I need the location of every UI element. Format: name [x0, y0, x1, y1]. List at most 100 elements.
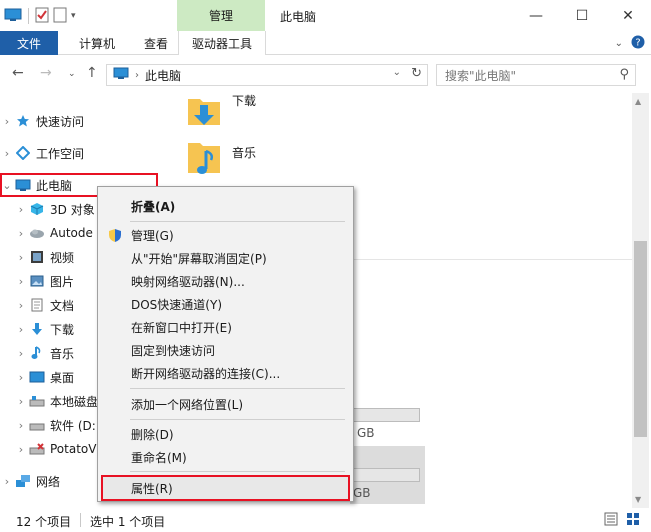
minimize-button[interactable]: —	[513, 0, 559, 31]
cube-icon	[28, 201, 46, 217]
breadcrumb-this-pc[interactable]: 此电脑	[145, 67, 181, 84]
search-input[interactable]: 搜索"此电脑" ⚲	[436, 64, 636, 86]
star-icon	[14, 113, 32, 129]
nav-item-label: 音乐	[50, 346, 75, 361]
chevron-right-icon[interactable]: ›	[0, 115, 14, 128]
nav-item-label: 3D 对象	[50, 202, 95, 217]
contextual-tab-manage[interactable]: 管理	[177, 0, 265, 31]
menu-item-add-network-location[interactable]: 添加一个网络位置(L)	[98, 393, 353, 415]
details-view-icon[interactable]	[604, 512, 618, 529]
svg-text:?: ?	[635, 38, 640, 49]
menu-item-label: 管理(G)	[131, 228, 174, 243]
large-icons-view-icon[interactable]	[626, 512, 640, 529]
menu-item-rename[interactable]: 重命名(M)	[98, 446, 353, 468]
chevron-right-icon[interactable]: ›	[14, 275, 28, 288]
pc-icon	[14, 177, 32, 193]
download-folder-icon	[186, 93, 222, 132]
item-count: 12 个项目	[16, 515, 72, 529]
download-icon	[28, 321, 46, 337]
nav-item-label: 快速访问	[36, 114, 85, 129]
menu-item-unpin-start[interactable]: 从"开始"屏幕取消固定(P)	[98, 247, 353, 269]
up-arrow-icon[interactable]: ↑	[86, 65, 98, 81]
network-icon	[14, 473, 32, 489]
nav-item-label: 桌面	[50, 370, 75, 385]
nav-item-label: 软件 (D:	[50, 418, 96, 433]
title-bar: ▾ 管理 此电脑 — ☐ ✕	[0, 0, 651, 31]
toolbar-divider	[28, 8, 29, 24]
menu-item-delete[interactable]: 删除(D)	[98, 423, 353, 445]
chevron-right-icon[interactable]: ›	[14, 371, 28, 384]
close-icon: ✕	[622, 7, 634, 24]
nav-item-label: 此电脑	[36, 178, 73, 193]
vertical-scrollbar[interactable]: ▲ ▼	[632, 93, 649, 508]
selected-count: 选中 1 个项目	[90, 515, 166, 529]
navigation-bar: ← → ⌄ ↑ › 此电脑 ⌄ ↻ 搜索"此电脑" ⚲	[0, 55, 651, 93]
nav-item-label: 图片	[50, 274, 75, 289]
tab-view[interactable]: 查看	[134, 31, 178, 55]
pc-icon	[113, 67, 129, 83]
properties-icon[interactable]	[35, 7, 49, 26]
menu-item-collapse[interactable]: 折叠(A)	[98, 195, 353, 217]
drive-size-text: GB	[357, 426, 375, 440]
nav-item-workspace[interactable]: › 工作空间	[0, 141, 158, 165]
chevron-right-icon[interactable]: ›	[0, 475, 14, 488]
chevron-right-icon[interactable]: ›	[14, 443, 28, 456]
expand-ribbon-icon[interactable]: ⌄	[615, 38, 623, 49]
chevron-down-icon[interactable]: ⌄	[0, 179, 14, 192]
qat-dropdown-icon[interactable]: ▾	[71, 11, 76, 21]
menu-item-dos-shortcut[interactable]: DOS快速通道(Y)	[98, 293, 353, 315]
scrollbar-thumb[interactable]	[634, 241, 647, 437]
menu-item-manage[interactable]: 管理(G)	[98, 224, 353, 246]
chevron-right-icon[interactable]: ›	[14, 419, 28, 432]
minimize-icon: —	[529, 7, 543, 24]
recent-locations-icon[interactable]: ⌄	[68, 69, 76, 79]
document-icon	[28, 297, 46, 313]
menu-item-disconnect-network-drive[interactable]: 断开网络驱动器的连接(C)...	[98, 362, 353, 384]
folder-item-downloads[interactable]: 下载	[186, 93, 256, 132]
menu-item-map-network-drive[interactable]: 映射网络驱动器(N)...	[98, 270, 353, 292]
music-folder-icon	[186, 139, 222, 182]
chevron-right-icon[interactable]: ›	[14, 347, 28, 360]
chevron-right-icon[interactable]: ›	[14, 299, 28, 312]
forward-arrow-icon[interactable]: →	[40, 65, 52, 81]
disk-icon	[28, 393, 46, 409]
drive-usage-bar	[350, 468, 420, 482]
scroll-up-icon[interactable]: ▲	[635, 97, 641, 106]
workspace-icon	[14, 145, 32, 161]
chevron-right-icon[interactable]: ›	[14, 227, 28, 240]
folder-label: 下载	[232, 94, 257, 108]
folder-label: 音乐	[232, 146, 257, 160]
ribbon-tabs: 文件 计算机 查看 驱动器工具 ⌄ ?	[0, 31, 651, 55]
video-icon	[28, 249, 46, 265]
disk-icon	[28, 417, 46, 433]
tab-computer[interactable]: 计算机	[62, 31, 132, 55]
menu-item-open-new-window[interactable]: 在新窗口中打开(E)	[98, 316, 353, 338]
help-icon[interactable]: ?	[631, 35, 645, 52]
chevron-right-icon[interactable]: ›	[14, 251, 28, 264]
quick-access-toolbar: ▾	[4, 6, 76, 26]
cloud-icon	[28, 225, 46, 241]
address-bar[interactable]: › 此电脑 ⌄ ↻	[106, 64, 428, 86]
refresh-icon[interactable]: ↻	[411, 66, 422, 81]
back-arrow-icon[interactable]: ←	[12, 65, 24, 81]
chevron-right-icon[interactable]: ›	[14, 203, 28, 216]
menu-separator	[130, 388, 345, 389]
address-dropdown-icon[interactable]: ⌄	[393, 67, 401, 78]
menu-item-pin-quick-access[interactable]: 固定到快速访问	[98, 339, 353, 361]
tab-drive-tools[interactable]: 驱动器工具	[178, 31, 266, 55]
new-folder-icon[interactable]	[53, 7, 67, 26]
status-divider	[80, 513, 81, 527]
nav-item-label: Autode	[50, 226, 93, 240]
folder-item-music[interactable]: 音乐	[186, 139, 256, 182]
pc-icon[interactable]	[4, 8, 22, 25]
menu-item-properties[interactable]: 属性(R)	[101, 475, 350, 501]
chevron-right-icon[interactable]: ›	[14, 395, 28, 408]
tab-file[interactable]: 文件	[0, 31, 58, 55]
scroll-down-icon[interactable]: ▼	[635, 495, 641, 504]
chevron-right-icon[interactable]: ›	[14, 323, 28, 336]
close-button[interactable]: ✕	[605, 0, 651, 31]
chevron-right-icon[interactable]: ›	[0, 147, 14, 160]
maximize-button[interactable]: ☐	[559, 0, 605, 31]
breadcrumb-separator-icon: ›	[135, 69, 139, 81]
nav-item-quick-access[interactable]: › 快速访问	[0, 109, 158, 133]
